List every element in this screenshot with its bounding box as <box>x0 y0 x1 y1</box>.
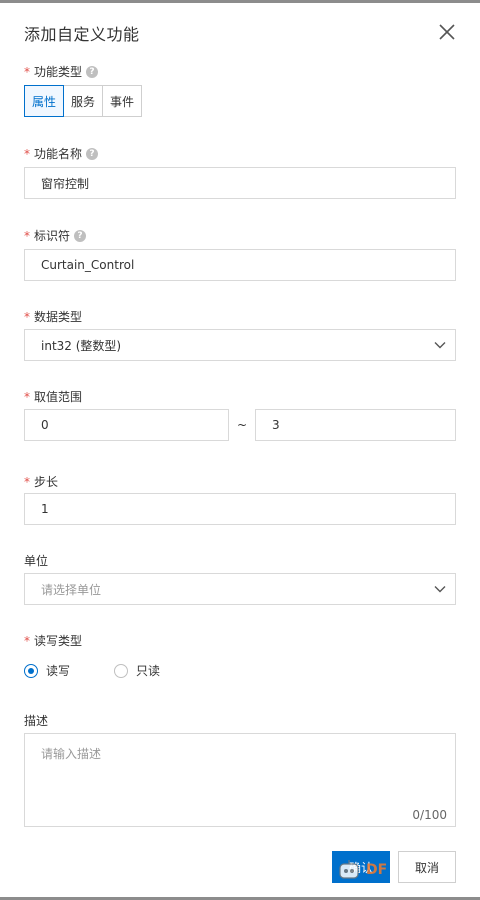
description-label-text: 描述 <box>24 714 49 728</box>
rw-type-label: * 读写类型 <box>24 632 82 649</box>
required-mark: * <box>24 64 30 79</box>
range-max-value: 3 <box>272 418 280 432</box>
rw-type-option-readwrite-label: 读写 <box>46 664 71 678</box>
range-min-value: 0 <box>41 418 49 432</box>
required-mark: * <box>24 146 30 161</box>
chevron-down-icon <box>434 586 446 593</box>
range-label: * 取值范围 <box>24 388 82 405</box>
data-type-label: * 数据类型 <box>24 308 82 325</box>
func-name-label-text: 功能名称 <box>34 147 83 161</box>
range-separator: ~ <box>237 418 248 432</box>
unit-select[interactable]: 请选择单位 <box>24 573 456 605</box>
func-type-label: * 功能类型 ? <box>24 63 99 80</box>
unit-placeholder: 请选择单位 <box>41 582 102 597</box>
help-icon[interactable]: ? <box>74 229 87 242</box>
func-type-option-event[interactable]: 事件 <box>102 85 143 117</box>
rw-type-label-text: 读写类型 <box>34 634 83 648</box>
func-type-option-service[interactable]: 服务 <box>63 85 104 117</box>
step-input[interactable]: 1 <box>24 493 456 525</box>
func-type-segmented: 属性 服务 事件 <box>24 85 143 117</box>
rw-type-option-readonly[interactable]: 只读 <box>114 662 160 679</box>
identifier-input[interactable]: Curtain_Control <box>24 249 456 281</box>
step-label: * 步长 <box>24 473 58 490</box>
description-label: 描述 <box>24 712 48 729</box>
rw-type-option-readwrite[interactable]: 读写 <box>24 662 70 679</box>
data-type-select[interactable]: int32 (整数型) <box>24 329 456 361</box>
data-type-value: int32 (整数型) <box>41 338 122 353</box>
cancel-button[interactable]: 取消 <box>398 851 456 883</box>
unit-label: 单位 <box>24 552 48 569</box>
window-top-edge <box>0 0 480 3</box>
confirm-button[interactable]: 确认 <box>332 851 390 883</box>
help-icon[interactable]: ? <box>86 147 99 160</box>
radio-checked-icon <box>24 663 38 678</box>
rw-type-radio-group: 读写 只读 <box>24 662 160 679</box>
rw-type-option-readonly-label: 只读 <box>136 664 161 678</box>
description-char-counter: 0/100 <box>412 808 447 822</box>
unit-label-text: 单位 <box>24 554 49 568</box>
range-max-input[interactable]: 3 <box>255 409 456 441</box>
step-value: 1 <box>41 502 49 516</box>
chevron-down-icon <box>434 342 446 349</box>
required-mark: * <box>24 309 30 324</box>
identifier-value: Curtain_Control <box>41 258 135 272</box>
identifier-label: * 标识符 ? <box>24 227 87 244</box>
required-mark: * <box>24 389 30 404</box>
close-icon <box>439 24 455 40</box>
help-icon[interactable]: ? <box>86 65 99 78</box>
close-button[interactable] <box>436 21 458 43</box>
func-name-value: 窗帘控制 <box>41 176 90 191</box>
func-name-label: * 功能名称 ? <box>24 145 99 162</box>
identifier-label-text: 标识符 <box>34 229 71 243</box>
range-label-text: 取值范围 <box>34 390 83 404</box>
dialog-title: 添加自定义功能 <box>24 25 140 44</box>
func-type-option-property[interactable]: 属性 <box>24 85 65 117</box>
required-mark: * <box>24 474 30 489</box>
data-type-label-text: 数据类型 <box>34 310 83 324</box>
func-name-input[interactable]: 窗帘控制 <box>24 167 456 199</box>
required-mark: * <box>24 633 30 648</box>
required-mark: * <box>24 228 30 243</box>
range-min-input[interactable]: 0 <box>24 409 229 441</box>
description-textarea[interactable]: 请输入描述 0/100 <box>24 733 456 827</box>
func-type-label-text: 功能类型 <box>34 65 83 79</box>
description-placeholder: 请输入描述 <box>41 747 102 761</box>
step-label-text: 步长 <box>34 475 59 489</box>
radio-unchecked-icon <box>114 663 129 678</box>
